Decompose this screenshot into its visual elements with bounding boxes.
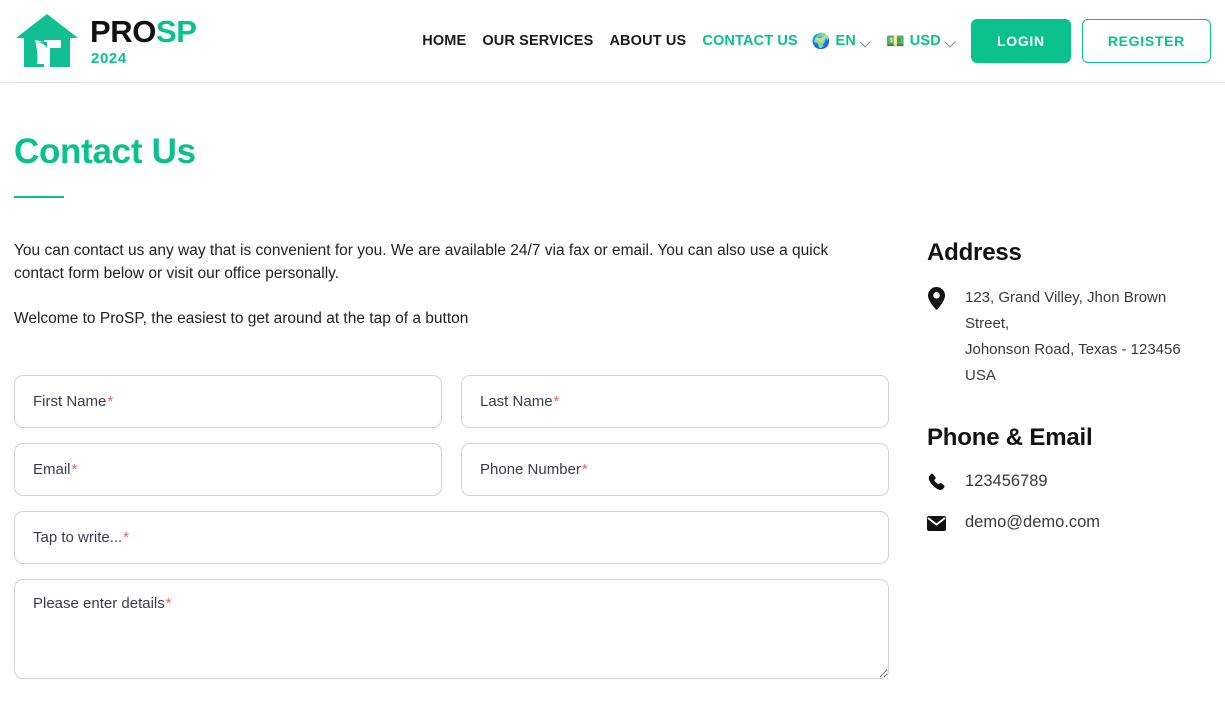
subject-input[interactable] — [14, 511, 889, 564]
address-row: 123, Grand Villey, Jhon Brown Street, Jo… — [927, 285, 1211, 389]
phone-icon — [927, 471, 946, 491]
brand-name-pro: PRO — [90, 14, 156, 49]
globe-icon: 🌍 — [811, 32, 831, 50]
phone-email-list: 123456789 demo@demo.com — [927, 470, 1211, 533]
brand-logo[interactable]: PROSP 2024 — [14, 12, 197, 70]
email-field: Email * — [14, 443, 442, 496]
brand-name-sp: SP — [155, 14, 197, 49]
nav-link-contact-us[interactable]: CONTACT US — [702, 33, 797, 49]
address-list: 123, Grand Villey, Jhon Brown Street, Jo… — [927, 285, 1211, 389]
contact-info-column: Address 123, Grand Villey, Jhon Brown St… — [889, 239, 1211, 533]
main-navigation: HOME OUR SERVICES ABOUT US CONTACT US 🌍 … — [197, 19, 1211, 63]
title-underline-accent — [14, 196, 64, 198]
nav-link-about-us[interactable]: ABOUT US — [609, 33, 686, 49]
currency-selector[interactable]: 💵 USD — [886, 33, 957, 49]
login-button[interactable]: LOGIN — [970, 19, 1071, 63]
currency-value: USD — [909, 33, 941, 49]
content-columns: You can contact us any way that is conve… — [14, 239, 1211, 699]
form-row-details: Please enter details * — [14, 579, 889, 684]
contact-form-column: You can contact us any way that is conve… — [14, 239, 889, 699]
address-title: Address — [927, 239, 1022, 266]
intro-paragraph-1: You can contact us any way that is conve… — [14, 242, 829, 282]
first-name-field: First Name * — [14, 375, 442, 428]
address-line-3: USA — [965, 367, 996, 384]
address-line-1: 123, Grand Villey, Jhon Brown Street, — [965, 289, 1167, 332]
brand-year: 2024 — [91, 50, 127, 67]
page-body: Contact Us You can contact us any way th… — [0, 132, 1225, 699]
phone-row[interactable]: 123456789 — [927, 470, 1211, 492]
last-name-field: Last Name * — [461, 375, 889, 428]
address-text: 123, Grand Villey, Jhon Brown Street, Jo… — [965, 285, 1211, 389]
nav-link-list: HOME OUR SERVICES ABOUT US CONTACT US — [422, 33, 798, 49]
house-with-tool-icon — [16, 14, 78, 67]
site-header: PROSP 2024 HOME OUR SERVICES ABOUT US CO… — [0, 0, 1225, 83]
brand-name: PROSP — [90, 16, 197, 47]
language-value: EN — [835, 33, 857, 49]
page-title: Contact Us — [14, 132, 196, 171]
map-pin-icon — [927, 285, 946, 310]
subject-field: Tap to write... * — [14, 511, 889, 564]
form-row-contact: Email * Phone Number * — [14, 443, 889, 496]
intro-paragraph-2: Welcome to ProSP, the easiest to get aro… — [14, 310, 469, 327]
language-selector[interactable]: 🌍 EN — [812, 33, 872, 49]
email-row[interactable]: demo@demo.com — [927, 511, 1211, 533]
phone-number: 123456789 — [965, 472, 1048, 490]
chevron-down-icon — [946, 37, 957, 48]
phone-email-block: Phone & Email 123456789 demo@demo.com — [927, 424, 1211, 533]
details-field: Please enter details * — [14, 579, 889, 684]
contact-form: First Name * Last Name * Email * Phone Numb — [14, 375, 889, 684]
details-textarea[interactable] — [14, 579, 889, 679]
chevron-down-icon — [861, 37, 872, 48]
phone-input[interactable] — [461, 443, 889, 496]
last-name-input[interactable] — [461, 375, 889, 428]
phone-field: Phone Number * — [461, 443, 889, 496]
banknote-icon: 💵 — [886, 32, 905, 50]
address-block: Address 123, Grand Villey, Jhon Brown St… — [927, 239, 1211, 389]
first-name-input[interactable] — [14, 375, 442, 428]
brand-wordmark: PROSP 2024 — [90, 16, 197, 66]
email-address: demo@demo.com — [965, 513, 1101, 531]
form-row-names: First Name * Last Name * — [14, 375, 889, 428]
form-row-subject: Tap to write... * — [14, 511, 889, 564]
address-line-2: Johonson Road, Texas - 123456 — [965, 341, 1181, 358]
email-input[interactable] — [14, 443, 442, 496]
nav-link-home[interactable]: HOME — [422, 33, 466, 49]
nav-link-our-services[interactable]: OUR SERVICES — [482, 33, 593, 49]
register-button[interactable]: REGISTER — [1081, 19, 1211, 63]
envelope-icon — [927, 514, 946, 531]
phone-email-title: Phone & Email — [927, 424, 1093, 451]
